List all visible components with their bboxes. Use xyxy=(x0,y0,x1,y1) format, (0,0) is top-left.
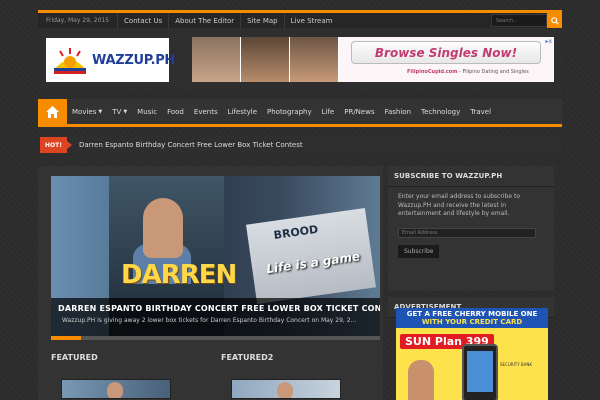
sidebar: Subscribe to Wazzup.ph Enter your email … xyxy=(388,166,554,400)
ad-close-icon[interactable]: ▸x xyxy=(545,38,552,45)
chevron-down-icon: ▼ xyxy=(98,108,103,115)
subscribe-widget: Enter your email address to subscribe to… xyxy=(388,187,554,291)
top-link-about-editor[interactable]: About The Editor xyxy=(169,13,242,28)
search-icon xyxy=(550,16,559,25)
slider-progress-bar xyxy=(51,336,380,340)
site-logo[interactable]: WAZZUP.PH xyxy=(46,38,175,82)
search-form xyxy=(491,13,562,28)
breaking-news-bar: HOT! Darren Espanto Birthday Concert Fre… xyxy=(38,136,562,154)
breaking-headline-link[interactable]: Darren Espanto Birthday Concert Free Low… xyxy=(79,141,303,149)
main-nav: Movies ▼ TV ▼ Music Food Events Lifestyle … xyxy=(38,99,562,127)
slider-brand-banner: BROOD Life is a game xyxy=(246,208,376,304)
nav-item-technology[interactable]: Technology xyxy=(416,99,465,124)
section-title-featured2: Featured2 xyxy=(221,353,274,362)
nav-home-button[interactable] xyxy=(38,99,67,124)
site-header: WAZZUP.PH Browse Singles Now! FilipinoCu… xyxy=(38,28,562,92)
nav-item-events[interactable]: Events xyxy=(189,99,223,124)
email-field[interactable] xyxy=(398,227,536,238)
slider-title-link[interactable]: Darren Espanto Birthday Concert Free Low… xyxy=(58,304,380,313)
main-content: DARREN BROOD Life is a game Darren Espan… xyxy=(38,166,383,400)
search-input[interactable] xyxy=(491,14,547,27)
nav-item-movies[interactable]: Movies ▼ xyxy=(67,99,107,124)
nav-item-food[interactable]: Food xyxy=(162,99,189,124)
sidebar-ad-banner[interactable]: GET A FREE CHERRY MOBILE ONE WITH YOUR CR… xyxy=(396,308,548,400)
top-bar: Friday, May 29, 2015 Contact Us About Th… xyxy=(38,10,562,28)
top-link-contact[interactable]: Contact Us xyxy=(118,13,170,28)
top-link-live-stream[interactable]: Live Stream xyxy=(285,13,339,28)
subscribe-widget-title: Subscribe to Wazzup.ph xyxy=(388,166,554,187)
header-ad-banner[interactable]: Browse Singles Now! FilipinoCupid.com - … xyxy=(192,37,554,82)
current-date: Friday, May 29, 2015 xyxy=(38,13,119,28)
nav-item-music[interactable]: Music xyxy=(132,99,162,124)
section-title-featured: Featured xyxy=(51,353,98,362)
ad-browse-button[interactable]: Browse Singles Now! xyxy=(351,41,541,64)
logo-text: WAZZUP.PH xyxy=(92,52,176,68)
hot-badge: HOT! xyxy=(40,137,72,153)
subscribe-description: Enter your email address to subscribe to… xyxy=(398,193,521,217)
nav-item-travel[interactable]: Travel xyxy=(465,99,496,124)
sidebar-ad-headline: GET A FREE CHERRY MOBILE ONE WITH YOUR CR… xyxy=(396,308,548,328)
slider-caption: Darren Espanto Birthday Concert Free Low… xyxy=(51,298,380,340)
nav-item-pr-news[interactable]: PR/News xyxy=(339,99,379,124)
nav-item-life[interactable]: Life xyxy=(317,99,340,124)
ad-tagline: FilipinoCupid.com - Filipino Dating and … xyxy=(407,69,529,75)
featured-slider[interactable]: DARREN BROOD Life is a game Darren Espan… xyxy=(51,176,380,340)
featured-thumbnail[interactable] xyxy=(61,379,171,399)
search-button[interactable] xyxy=(547,13,562,28)
home-icon xyxy=(46,105,59,118)
top-link-site-map[interactable]: Site Map xyxy=(241,13,285,28)
phone-image xyxy=(462,344,498,400)
subscribe-button[interactable]: Subscribe xyxy=(398,244,440,258)
nav-item-fashion[interactable]: Fashion xyxy=(380,99,416,124)
featured2-thumbnail[interactable] xyxy=(231,379,341,399)
chevron-down-icon: ▼ xyxy=(123,108,128,115)
nav-item-photography[interactable]: Photography xyxy=(262,99,317,124)
ad-photos xyxy=(192,37,339,82)
slider-poster-name: DARREN xyxy=(121,260,237,290)
nav-item-tv[interactable]: TV ▼ xyxy=(107,99,132,124)
logo-sun-icon xyxy=(52,46,88,74)
nav-item-lifestyle[interactable]: Lifestyle xyxy=(223,99,262,124)
sidebar-ad-bank: SECURITY BANK xyxy=(500,362,532,367)
slider-excerpt: Wazzup.PH is giving away 2 lower box tic… xyxy=(62,317,357,324)
